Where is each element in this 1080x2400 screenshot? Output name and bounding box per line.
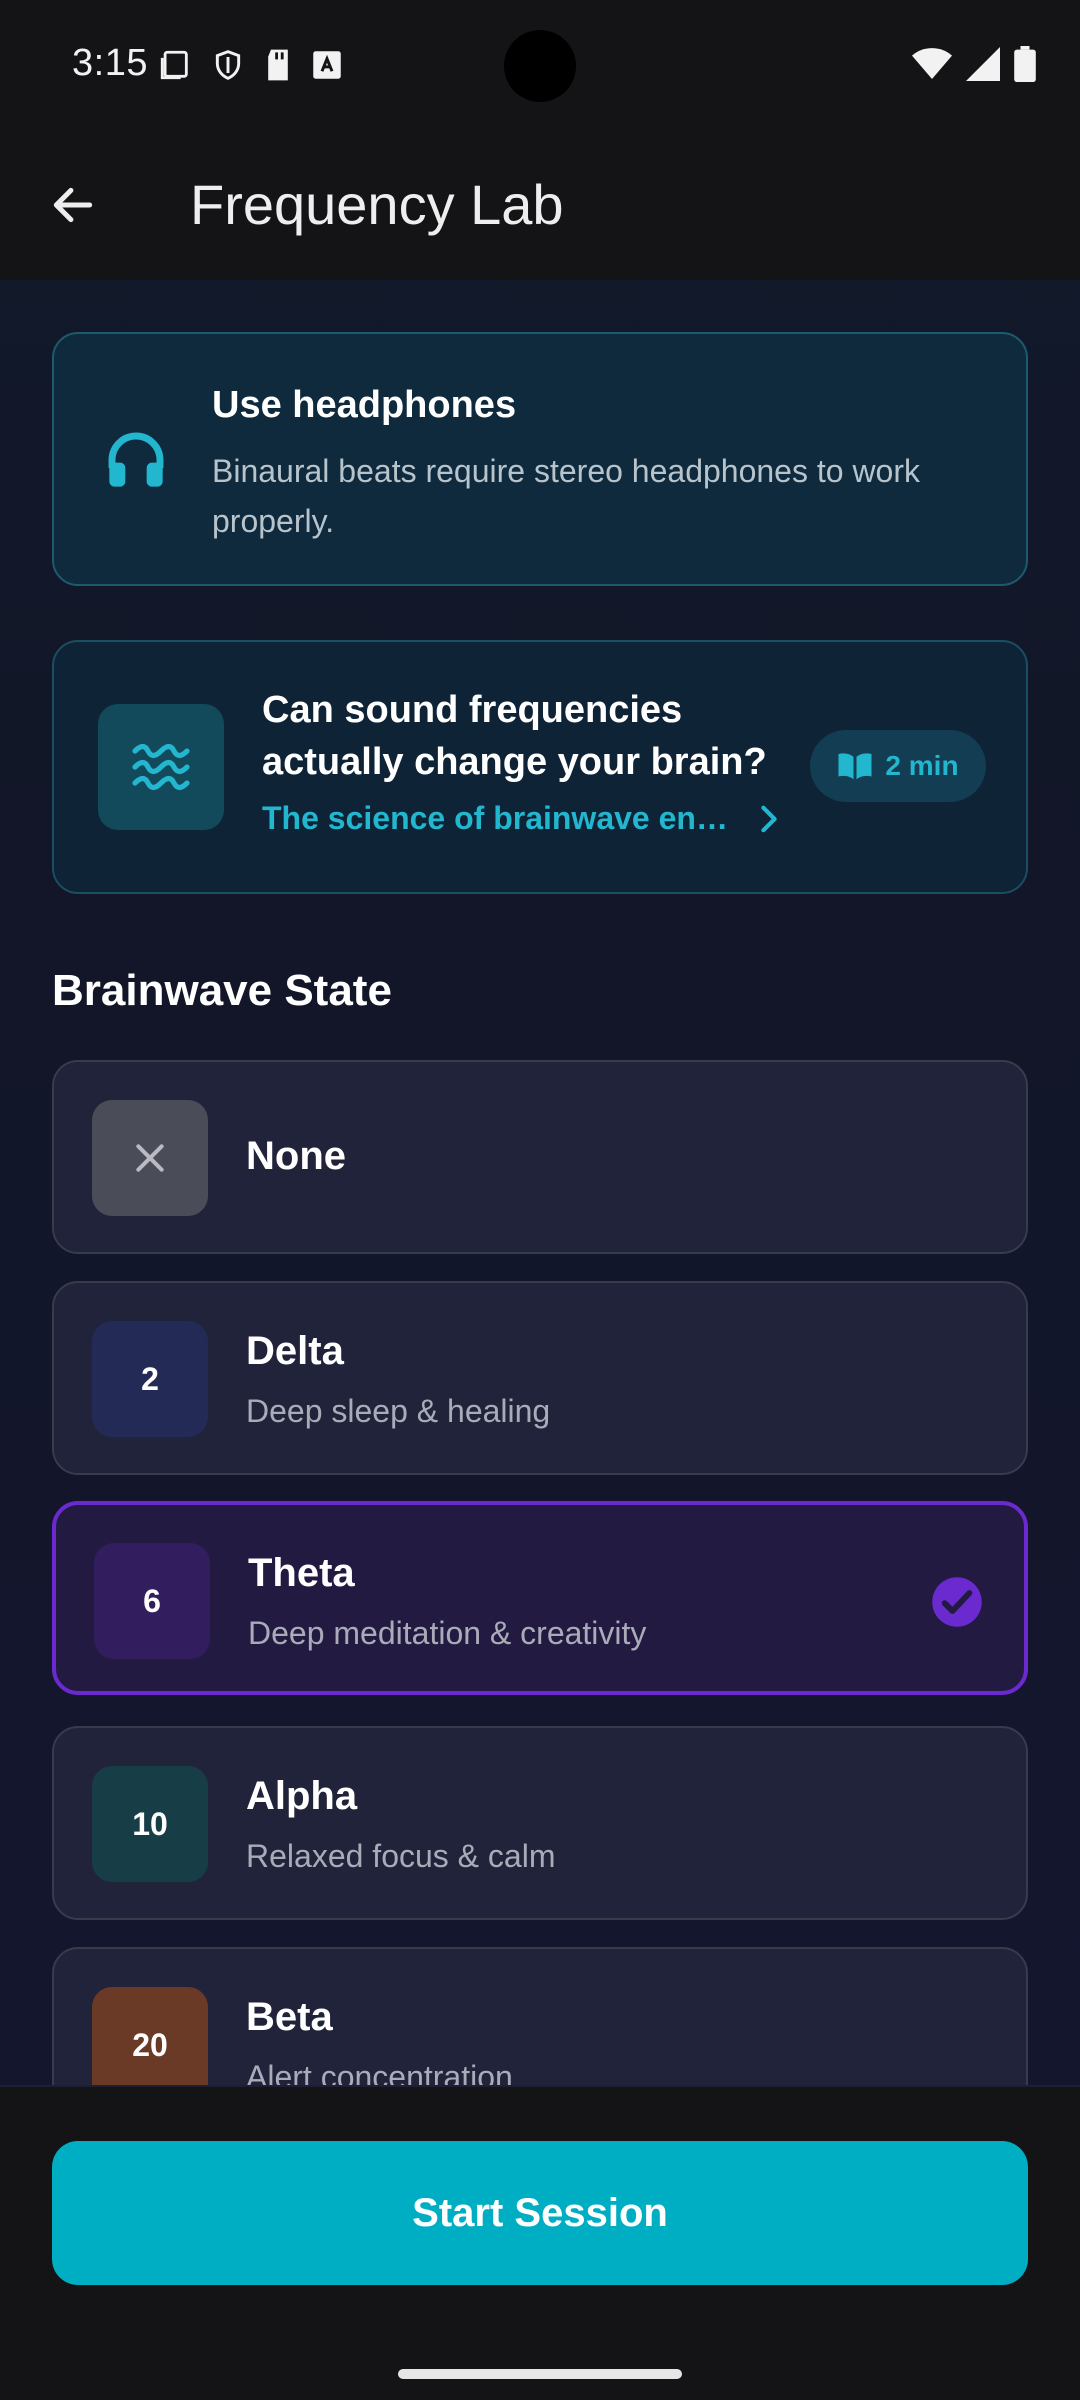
close-icon bbox=[136, 1144, 164, 1172]
article-subtitle-link[interactable]: The science of brainwave en… bbox=[262, 800, 742, 837]
state-option-alpha[interactable]: 10 Alpha Relaxed focus & calm bbox=[52, 1726, 1028, 1920]
chevron-right-icon bbox=[761, 805, 777, 833]
signal-icon bbox=[966, 47, 1000, 81]
read-time-label: 2 min bbox=[885, 750, 959, 781]
state-badge bbox=[92, 1100, 208, 1216]
state-description: Alert concentration bbox=[246, 2059, 513, 2085]
state-name: Alpha bbox=[246, 1774, 358, 1818]
status-system-icons bbox=[912, 46, 1036, 82]
read-time-badge: 2 min bbox=[810, 730, 986, 802]
status-notification-icons bbox=[158, 48, 342, 82]
headphones-title: Use headphones bbox=[212, 384, 517, 426]
state-option-none[interactable]: None bbox=[52, 1060, 1028, 1254]
state-name: Delta bbox=[246, 1329, 344, 1373]
check-circle-icon bbox=[932, 1577, 982, 1627]
bottom-action-bar: Start Session bbox=[0, 2085, 1080, 2400]
state-description: Deep sleep & healing bbox=[246, 1393, 551, 1429]
state-badge: 20 bbox=[92, 1987, 208, 2085]
headphones-icon bbox=[108, 432, 164, 487]
page-title: Frequency Lab bbox=[190, 173, 564, 236]
shield-icon bbox=[215, 50, 241, 80]
state-option-delta[interactable]: 2 Delta Deep sleep & healing bbox=[52, 1281, 1028, 1475]
sd-card-icon bbox=[268, 49, 288, 81]
start-session-button[interactable]: Start Session bbox=[52, 2141, 1028, 2285]
arrow-left-icon bbox=[53, 187, 93, 223]
text-a-icon bbox=[313, 51, 341, 79]
screenshot-icon bbox=[160, 50, 188, 80]
article-card[interactable]: Can sound frequencies actually change yo… bbox=[52, 640, 1028, 894]
book-open-icon bbox=[838, 753, 872, 780]
gesture-navigation-bar[interactable] bbox=[398, 2369, 682, 2379]
state-name: Theta bbox=[248, 1551, 355, 1595]
status-bar: 3:15 bbox=[0, 0, 1080, 130]
state-option-theta[interactable]: 6 Theta Deep meditation & creativity bbox=[52, 1501, 1028, 1695]
state-badge: 2 bbox=[92, 1321, 208, 1437]
state-description: Deep meditation & creativity bbox=[248, 1615, 647, 1651]
section-title: Brainwave State bbox=[52, 966, 392, 1015]
wifi-icon bbox=[912, 48, 952, 79]
status-time: 3:15 bbox=[72, 42, 148, 84]
article-title: Can sound frequencies actually change yo… bbox=[262, 689, 767, 783]
state-badge: 10 bbox=[92, 1766, 208, 1882]
state-name: None bbox=[246, 1134, 346, 1178]
state-name: Beta bbox=[246, 1995, 333, 2039]
headphones-description: Binaural beats require stereo headphones… bbox=[212, 453, 920, 539]
scroll-content[interactable]: Use headphones Binaural beats require st… bbox=[0, 280, 1080, 2085]
waves-icon bbox=[132, 743, 190, 791]
state-option-beta[interactable]: 20 Beta Alert concentration bbox=[52, 1947, 1028, 2085]
state-badge: 6 bbox=[94, 1543, 210, 1659]
frequency-lab-screen: 3:15 Frequency Lab Use headphones Binaur… bbox=[0, 0, 1080, 2400]
state-description: Relaxed focus & calm bbox=[246, 1838, 556, 1874]
headphones-notice-card: Use headphones Binaural beats require st… bbox=[52, 332, 1028, 586]
app-bar: Frequency Lab bbox=[0, 130, 1080, 280]
camera-cutout bbox=[504, 30, 576, 102]
back-button[interactable] bbox=[38, 170, 108, 240]
battery-icon bbox=[1014, 46, 1036, 82]
article-icon-box bbox=[98, 704, 224, 830]
